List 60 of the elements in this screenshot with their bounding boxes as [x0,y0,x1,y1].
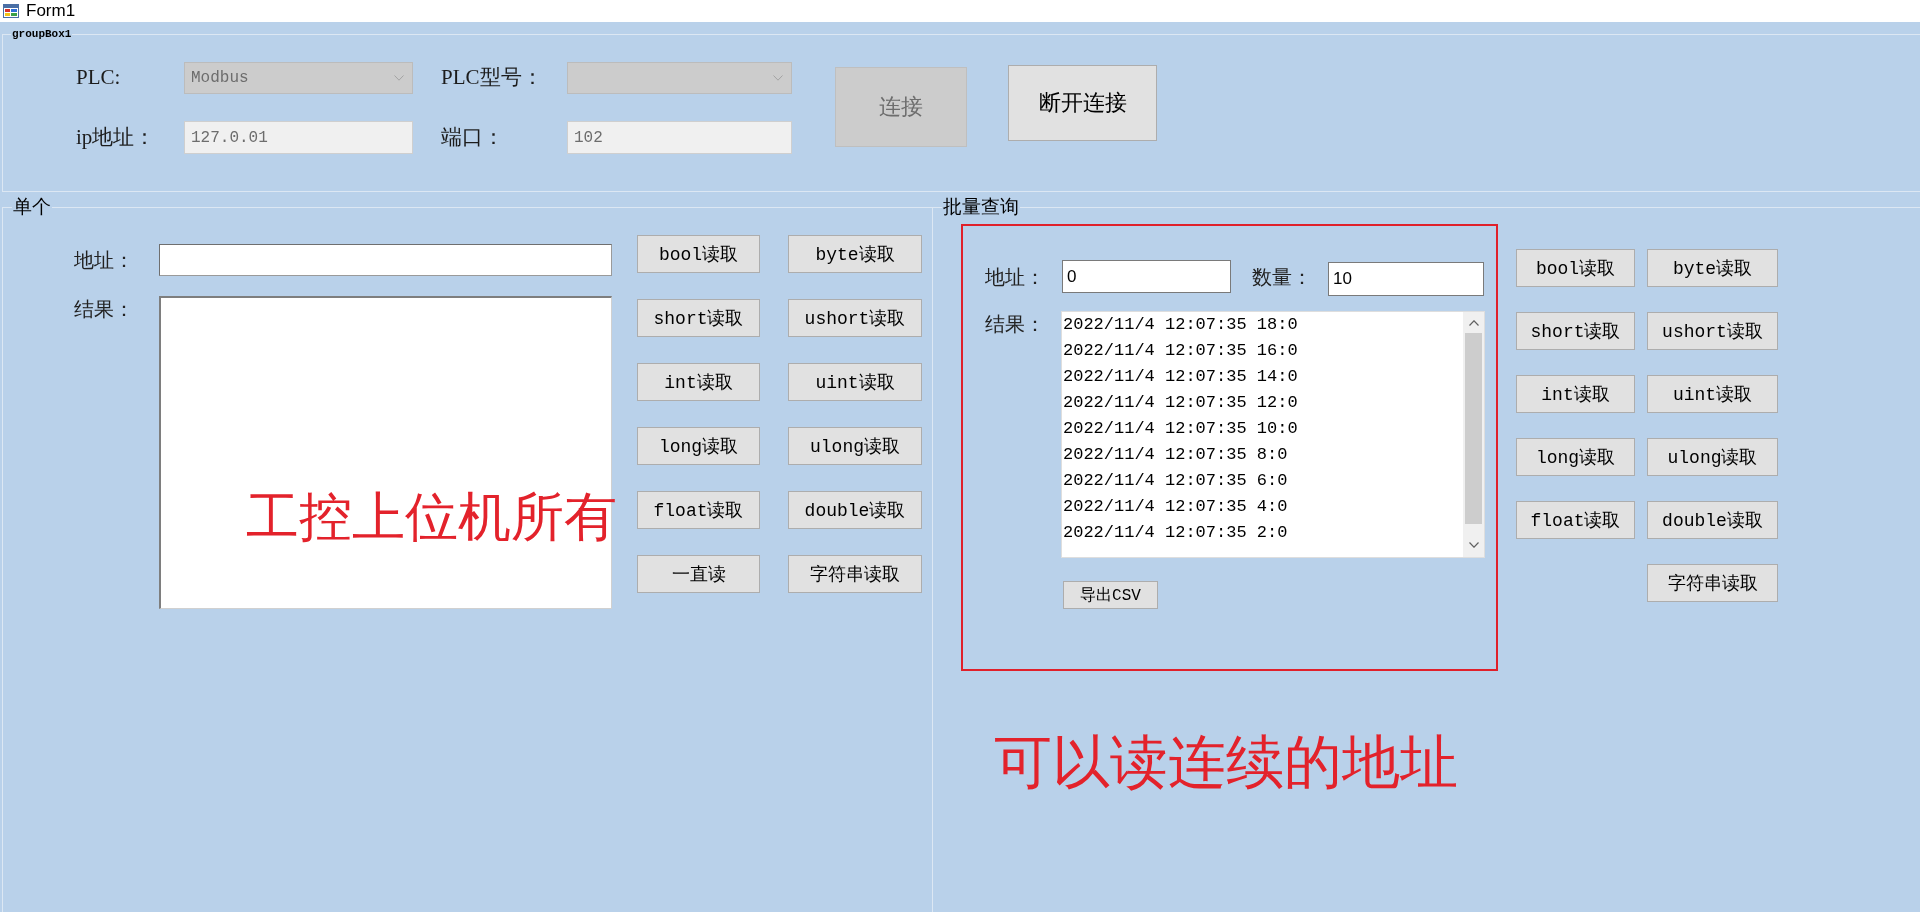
read-button[interactable]: int读取 [1516,375,1635,413]
read-button[interactable]: byte读取 [788,235,922,273]
field-label: 结果： [985,312,1046,337]
read-button[interactable]: 一直读 [637,555,760,593]
list-item[interactable]: 2022/11/4 12:07:35 12:0 [1063,390,1463,416]
read-button[interactable]: float读取 [1516,501,1635,539]
list-item[interactable]: 2022/11/4 12:07:35 14:0 [1063,364,1463,390]
read-button[interactable]: short读取 [637,299,760,337]
field-label: 地址： [74,248,135,273]
chevron-down-icon [394,74,404,81]
field-label: 数量： [1252,264,1313,290]
list-item[interactable]: 2022/11/4 12:07:35 10:0 [1063,416,1463,442]
read-button[interactable]: uint读取 [1647,375,1778,413]
read-button[interactable]: long读取 [1516,438,1635,476]
scrollbar[interactable] [1463,312,1484,557]
count-field[interactable]: 10 [1328,262,1484,296]
read-button[interactable]: uint读取 [788,363,922,401]
disconnect-button[interactable]: 断开连接 [1008,65,1157,141]
read-button[interactable]: short读取 [1516,312,1635,350]
chevron-up-icon[interactable] [1468,320,1479,326]
list-item[interactable]: 2022/11/4 12:07:35 16:0 [1063,338,1463,364]
read-button[interactable]: byte读取 [1647,249,1778,287]
export-button[interactable]: 导出CSV [1063,581,1158,609]
list-item[interactable]: 2022/11/4 12:07:35 4:0 [1063,494,1463,520]
group-title: groupBox1 [11,28,73,40]
chevron-down-icon [773,74,783,81]
read-button[interactable]: bool读取 [637,235,760,273]
field-label: 端口： [440,124,505,151]
list-item[interactable]: 2022/11/4 12:07:35 8:0 [1063,442,1463,468]
read-button[interactable]: ushort读取 [788,299,922,337]
read-button[interactable]: bool读取 [1516,249,1635,287]
result-list[interactable] [1061,311,1485,558]
read-button[interactable]: long读取 [637,427,760,465]
window-title: Form1 [26,1,76,21]
read-button[interactable]: double读取 [1647,501,1778,539]
read-button[interactable]: double读取 [788,491,922,529]
read-button[interactable]: float读取 [637,491,760,529]
read-button[interactable]: ushort读取 [1647,312,1778,350]
field-label: ip地址： [76,124,157,151]
list-item[interactable]: 2022/11/4 12:07:35 6:0 [1063,468,1463,494]
group-title: 批量查询 [942,197,1020,217]
list-item[interactable]: 2022/11/4 12:07:35 18:0 [1063,312,1463,338]
scrollbar-thumb[interactable] [1465,333,1482,524]
list-item[interactable]: 2022/11/4 12:07:35 2:0 [1063,520,1463,546]
annotation-text: 可以读连续的地址 [994,733,1458,791]
read-button[interactable]: ulong读取 [1647,438,1778,476]
read-button[interactable]: int读取 [637,363,760,401]
read-button[interactable]: 字符串读取 [788,555,922,593]
address-field[interactable]: 0 [1062,260,1231,293]
read-button[interactable]: 字符串读取 [1647,564,1778,602]
address-field[interactable] [159,244,612,276]
group-title: 单个 [12,197,52,217]
field-label: PLC: [76,64,122,91]
field-label: 地址： [985,264,1046,290]
chevron-down-icon[interactable] [1468,542,1479,548]
window-icon [3,3,19,19]
annotation-text: 工控上位机所有 [246,490,617,543]
field-label: 结果： [74,297,135,322]
read-button[interactable]: ulong读取 [788,427,922,465]
field-label: PLC型号： [440,64,544,91]
